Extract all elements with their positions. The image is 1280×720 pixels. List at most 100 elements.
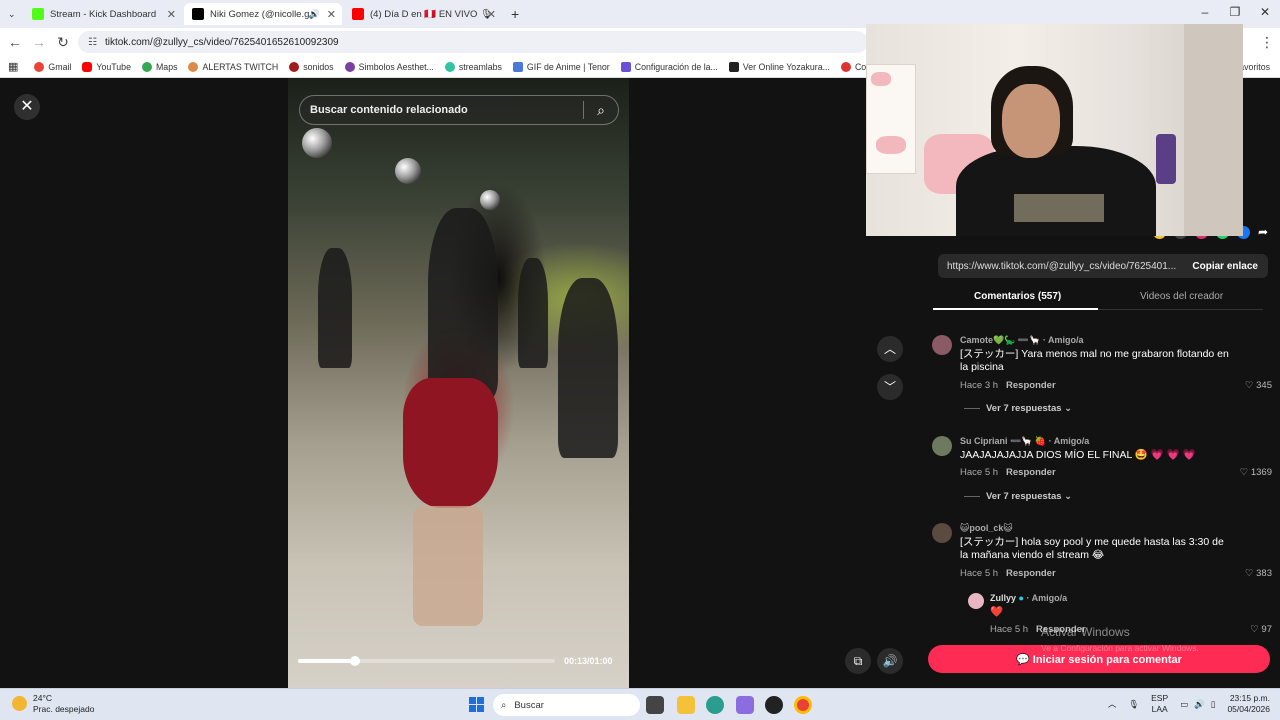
view-replies-button[interactable]: Ver 7 respuestas ⌄ [964, 491, 1072, 502]
streamlabs-icon [444, 61, 455, 72]
all-bookmarks-label[interactable]: avoritos [1239, 62, 1270, 72]
gmail-icon [34, 61, 45, 72]
maximize-button[interactable]: ❐ [1220, 5, 1250, 19]
more-menu-icon[interactable]: ⋮ [1258, 34, 1276, 50]
chrome-icon[interactable] [794, 696, 812, 714]
plus-icon: + [511, 6, 520, 22]
bookmark-maps[interactable]: Maps [141, 61, 177, 72]
reply-username[interactable]: Zullyy ● · Amigo/a [990, 593, 1067, 603]
weather-widget[interactable]: 24°C Prac. despejado [12, 693, 94, 715]
taskbar-search[interactable]: ⌕ Buscar [493, 694, 640, 716]
volume-button[interactable]: 🔊 [877, 648, 903, 674]
divider [964, 495, 980, 497]
tab-tiktok[interactable]: Niki Gomez (@nicolle.g 🔊 ✕ [184, 3, 342, 25]
edge-icon[interactable] [706, 696, 724, 714]
like-button[interactable]: ♡ 383 [1245, 568, 1272, 579]
next-video-button[interactable]: ﹀ [877, 374, 903, 400]
bookmark-label: streamlabs [458, 61, 502, 72]
tab-label: Niki Gomez (@nicolle.g [210, 8, 310, 20]
comment-username[interactable]: Camote💚🦕 ➖🦙 · Amigo/a [960, 335, 1084, 346]
tiktok-favicon-icon [192, 8, 204, 20]
url-field[interactable]: ☷ tiktok.com/@zullyy_cs/video/7625401652… [78, 31, 868, 53]
like-button[interactable]: ♡ 345 [1245, 380, 1272, 391]
comment-time: Hace 5 h [960, 568, 999, 579]
close-icon[interactable]: ✕ [487, 8, 496, 21]
apps-grid-icon[interactable]: ▦ [8, 60, 18, 73]
bookmark-sonidos[interactable]: sonidos [289, 61, 334, 72]
previous-video-button[interactable]: ︿ [877, 336, 903, 362]
microphone-icon[interactable]: 🎙 [1128, 699, 1139, 710]
symbols-icon [344, 61, 355, 72]
reload-button[interactable]: ↻ [54, 34, 72, 50]
bookmark-configuracion[interactable]: Configuración de la... [620, 61, 718, 72]
close-icon[interactable]: ✕ [167, 8, 176, 21]
snipping-tool-icon[interactable] [736, 696, 754, 714]
share-link-box: https://www.tiktok.com/@zullyy_cs/video/… [938, 254, 1268, 278]
copy-link-button[interactable]: Copiar enlace [1182, 261, 1268, 272]
video-player[interactable] [288, 78, 629, 688]
battery-icon[interactable]: ▯ [1211, 699, 1216, 710]
reply-button[interactable]: Responder [1006, 568, 1056, 579]
bookmark-tenor[interactable]: GIF de Anime | Tenor [512, 61, 610, 72]
anime-site-icon [728, 61, 739, 72]
search-placeholder: Buscar contenido relacionado [310, 104, 468, 116]
view-replies-button[interactable]: Ver 7 respuestas ⌄ [964, 403, 1072, 414]
related-search-bar[interactable]: Buscar contenido relacionado ⌕ [299, 95, 619, 125]
start-button[interactable] [469, 697, 485, 713]
comment-username[interactable]: 😺pool_ck😺 [960, 523, 1013, 534]
avatar[interactable] [968, 593, 984, 609]
like-button[interactable]: ♡ 1369 [1240, 467, 1272, 478]
pink-decor [876, 136, 906, 154]
avatar[interactable] [932, 335, 952, 355]
chevron-up-icon[interactable]: ︿ [1108, 698, 1117, 710]
bookmark-label: Ver Online Yozakura... [742, 61, 830, 72]
minimize-button[interactable]: – [1190, 5, 1220, 19]
close-video-button[interactable]: ✕ [14, 94, 40, 120]
close-icon[interactable]: ✕ [327, 8, 336, 21]
video-timecode: 00:13/01:00 [564, 656, 613, 666]
speaker-icon[interactable]: 🔊 [309, 9, 320, 20]
network-icon[interactable]: ▭ [1180, 699, 1188, 710]
tab-list-button[interactable]: ⌄ [0, 3, 20, 25]
floating-player-button[interactable]: ⧉ [845, 648, 871, 674]
bookmark-youtube[interactable]: YouTube [82, 61, 131, 72]
close-window-button[interactable]: ✕ [1250, 5, 1280, 19]
like-button[interactable]: ♡ 97 [1250, 624, 1272, 633]
tab-creator-videos[interactable]: Videos del creador [1140, 291, 1223, 302]
avatar[interactable] [932, 436, 952, 456]
share-arrow-icon[interactable]: ➦ [1258, 226, 1268, 240]
progress-handle[interactable] [349, 656, 360, 666]
windows-logo-icon [469, 705, 476, 712]
file-explorer-icon[interactable] [677, 696, 695, 714]
new-tab-button[interactable]: + [503, 3, 523, 25]
reply-button[interactable]: Responder [1006, 380, 1056, 391]
like-count: 383 [1256, 568, 1272, 579]
tab-label: Stream - Kick Dashboard [50, 8, 157, 20]
tab-kick-dashboard[interactable]: Stream - Kick Dashboard ✕ [24, 3, 182, 25]
search-icon[interactable]: ⌕ [584, 102, 618, 119]
bookmark-yozakura[interactable]: Ver Online Yozakura... [728, 61, 830, 72]
bookmark-label: YouTube [96, 61, 131, 72]
comment-username[interactable]: Su Cipriani ➖🦙 🍓 · Amigo/a [960, 436, 1089, 447]
windows-logo-icon [469, 697, 476, 704]
avatar[interactable] [932, 523, 952, 543]
url-text: tiktok.com/@zullyy_cs/video/762540165261… [104, 36, 339, 48]
reply-button[interactable]: Responder [1006, 467, 1056, 478]
tab-youtube[interactable]: (4) Día D en 🇵🇪 EN VIVO 🎙 ✕ [344, 3, 502, 25]
bookmark-alertas-twitch[interactable]: ALERTAS TWITCH [188, 61, 278, 72]
language-indicator[interactable]: ESP LAA [1151, 693, 1168, 715]
bookmark-simbolos[interactable]: Simbolos Aesthet... [344, 61, 434, 72]
forward-button[interactable]: → [30, 34, 48, 50]
bookmark-gmail[interactable]: Gmail [34, 61, 71, 72]
back-button[interactable]: ← [6, 34, 24, 50]
clock[interactable]: 23:15 p.m. 05/04/2026 [1227, 693, 1270, 715]
volume-icon[interactable]: 🔊 [1194, 699, 1205, 710]
bookmark-streamlabs[interactable]: streamlabs [444, 61, 502, 72]
verified-icon: ● [1018, 593, 1024, 603]
site-settings-icon[interactable]: ☷ [88, 37, 97, 48]
video-progress-bar[interactable] [298, 656, 555, 666]
task-view-icon[interactable] [646, 696, 664, 714]
obs-icon[interactable] [765, 696, 783, 714]
share-link-text[interactable]: https://www.tiktok.com/@zullyy_cs/video/… [938, 261, 1182, 272]
tab-comments[interactable]: Comentarios (557) [974, 291, 1061, 302]
